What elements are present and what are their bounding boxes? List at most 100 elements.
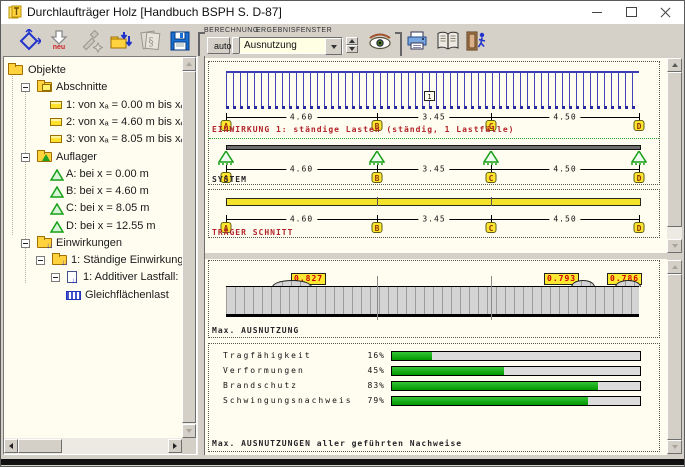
support-label: D	[634, 172, 645, 183]
view-button[interactable]	[367, 27, 393, 54]
tree-item-additiver-lastfall[interactable]: 1: Additiver Lastfall: E	[4, 269, 182, 286]
collapse-toggle[interactable]	[21, 83, 30, 92]
print-button[interactable]	[404, 27, 430, 54]
tree-item-section-2[interactable]: 2: von xₐ = 4.60 m bis xₑ	[4, 114, 182, 131]
nachweis-bar-fill	[392, 397, 588, 405]
scrollbar-thumb[interactable]	[18, 439, 62, 453]
scroll-right-button[interactable]	[168, 439, 182, 453]
stepper-down-button[interactable]	[346, 45, 358, 53]
nachweis-row: Brandschutz83%	[205, 381, 667, 391]
tree-item-support-a[interactable]: A: bei x = 0.00 m	[4, 166, 182, 183]
scroll-up-button[interactable]	[667, 260, 682, 274]
tree-item-label: Objekte	[28, 64, 66, 76]
tree-item-support-c[interactable]: C: bei x = 8.05 m	[4, 200, 182, 217]
collapse-toggle[interactable]	[51, 273, 60, 282]
support-reference-line	[377, 276, 378, 320]
tree-item-gleichflaechenlast[interactable]: Gleichflächenlast	[4, 287, 182, 304]
scroll-down-button[interactable]	[667, 239, 682, 253]
collapse-toggle[interactable]	[21, 239, 30, 248]
tree-horizontal-scrollbar[interactable]	[4, 438, 182, 454]
save-button[interactable]	[167, 27, 193, 54]
support-label: B	[372, 222, 383, 233]
combo-dropdown-button[interactable]	[325, 38, 342, 55]
result-window-select[interactable]: Ausnutzung	[239, 37, 343, 54]
arrow-up-icon	[672, 265, 678, 269]
app-window: Durchlaufträger Holz [Handbuch BSPH S. D…	[0, 0, 685, 467]
section-cube-icon	[50, 101, 62, 109]
tree-vertical-scrollbar[interactable]	[182, 57, 196, 438]
chevron-down-icon	[331, 45, 337, 49]
arrow-up-icon	[672, 63, 678, 67]
tree-item-label: Gleichflächenlast	[85, 289, 169, 301]
tool-button-disabled[interactable]	[78, 27, 104, 54]
traeger-beam	[226, 198, 641, 206]
stepper-up-button[interactable]	[346, 37, 358, 45]
book-icon	[435, 29, 461, 53]
tree-item-einwirkungen[interactable]: Einwirkungen	[4, 235, 182, 252]
norm-button-disabled[interactable]: §	[138, 27, 164, 54]
load-arrowheads	[226, 106, 639, 109]
minimize-button[interactable]	[580, 1, 614, 23]
bottom-result-scrollbar[interactable]	[667, 260, 682, 454]
arrow-down-icon	[672, 445, 678, 449]
nachweis-bar	[391, 366, 641, 376]
folder-open-icon	[8, 65, 23, 75]
object-tree: Objekte Abschnitte 1: von xₐ = 0.00 m bi…	[4, 57, 182, 438]
new-button[interactable]: neu	[46, 27, 72, 54]
scrollbar-thumb[interactable]	[667, 274, 682, 440]
tree-item-label: 1: Ständige Einwirkung: stä	[71, 254, 182, 266]
tree-item-support-b[interactable]: B: bei x = 4.60 m	[4, 183, 182, 200]
manual-button[interactable]	[435, 27, 461, 54]
top-result-scrollbar[interactable]	[667, 58, 682, 253]
tree-item-label: Abschnitte	[56, 81, 107, 93]
auto-button[interactable]: auto	[207, 37, 230, 54]
exit-button[interactable]	[464, 27, 490, 54]
close-button[interactable]	[648, 1, 682, 23]
tree-item-staendige-einwirkung[interactable]: 1: Ständige Einwirkung: stä	[4, 252, 182, 269]
arrow-down-icon	[186, 429, 192, 433]
tree-item-label: 1: von xₐ = 0.00 m bis xₑ	[66, 99, 182, 111]
navigator-button[interactable]	[16, 27, 42, 54]
scrollbar-thumb[interactable]	[667, 72, 682, 227]
window-title: Durchlaufträger Holz [Handbuch BSPH S. D…	[27, 5, 282, 19]
tree-item-label: D: bei x = 12.55 m	[66, 220, 156, 232]
tree-item-label: Einwirkungen	[56, 237, 122, 249]
support-triangle-icon	[50, 186, 64, 198]
collapse-toggle[interactable]	[36, 256, 45, 265]
arrow-up-icon	[186, 62, 192, 66]
tree-item-support-d[interactable]: D: bei x = 12.55 m	[4, 218, 182, 235]
scroll-up-button[interactable]	[667, 58, 682, 72]
scroll-down-button[interactable]	[182, 424, 196, 438]
new-arrow-icon	[50, 30, 68, 45]
traeger-caption: TRÄGER SCHNITT	[212, 228, 293, 237]
maximize-button[interactable]	[614, 1, 648, 23]
tree-item-section-3[interactable]: 3: von xₐ = 8.05 m bis xₑ	[4, 131, 182, 148]
folder-sections-icon	[37, 82, 52, 92]
tree-item-label: 1: Additiver Lastfall: E	[83, 271, 182, 283]
open-button[interactable]	[108, 27, 134, 54]
tree-item-auflager[interactable]: Auflager	[4, 149, 182, 166]
nachweis-label: Tragfähigkeit	[223, 351, 312, 360]
scrollbar-corner	[182, 438, 196, 454]
nachweis-label: Brandschutz	[223, 381, 298, 390]
scroll-down-button[interactable]	[667, 440, 682, 454]
dimension-value: 3.45	[418, 165, 449, 174]
tree-item-abschnitte[interactable]: Abschnitte	[4, 79, 182, 96]
scroll-left-button[interactable]	[4, 439, 18, 453]
close-icon	[660, 7, 671, 18]
support-label: C	[486, 222, 497, 233]
arrow-left-icon	[9, 443, 13, 449]
panel-splitter[interactable]	[197, 56, 205, 455]
floppy-disk-icon	[169, 30, 191, 52]
new-button-label: neu	[53, 45, 65, 51]
group-bracket-right	[395, 32, 402, 58]
tree-item-objekte[interactable]: Objekte	[4, 62, 182, 79]
scrollbar-thumb[interactable]	[182, 71, 196, 423]
collapse-toggle[interactable]	[21, 153, 30, 162]
tree-item-label: 2: von xₐ = 4.60 m bis xₑ	[66, 116, 182, 128]
arrow-right-icon	[173, 443, 177, 449]
folder-supports-icon	[37, 152, 52, 162]
result-subwindow-divider	[205, 253, 684, 259]
tree-item-section-1[interactable]: 1: von xₐ = 0.00 m bis xₑ	[4, 97, 182, 114]
scroll-up-button[interactable]	[182, 57, 196, 71]
